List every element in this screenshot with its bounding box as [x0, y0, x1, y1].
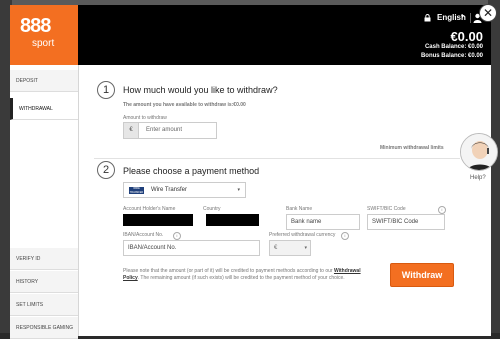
iban-field[interactable]: IBAN/Account No.	[123, 240, 260, 256]
help-label[interactable]: Help?	[470, 175, 486, 181]
amount-label: Amount to withdraw	[123, 115, 167, 121]
sidebar-item-deposit[interactable]: DEPOSIT	[10, 70, 78, 92]
available-amount-text: The amount you have available to withdra…	[123, 102, 246, 108]
sidebar-item-set-limits[interactable]: SET LIMITS	[10, 294, 78, 316]
wire-transfer-logo: WIRE TRANSFER	[129, 187, 144, 194]
amount-placeholder: Enter amount	[146, 127, 183, 133]
sidebar-item-withdrawal[interactable]: WITHDRAWAL	[10, 98, 78, 120]
country-redacted	[206, 214, 259, 226]
close-button[interactable]: ✕	[479, 4, 497, 22]
country-label: Country	[203, 206, 221, 212]
step-2-number: 2	[97, 161, 115, 179]
note-text-1: Please note that the amount (or part of …	[123, 268, 333, 274]
preferred-currency-select[interactable]: € ▾	[269, 240, 311, 256]
sidebar-item-responsible-gaming[interactable]: RESPONSIBLE GAMING	[10, 317, 78, 339]
withdrawal-note: Please note that the amount (or part of …	[123, 268, 368, 282]
info-icon[interactable]: i	[438, 206, 446, 214]
bonus-balance: Bonus Balance: €0.00	[420, 53, 483, 59]
cashier-sidebar: DEPOSIT WITHDRAWAL VERIFY ID HISTORY SET…	[10, 65, 79, 339]
step-1-number: 1	[97, 81, 115, 99]
withdraw-button[interactable]: Withdraw	[390, 263, 454, 287]
payment-method-value: Wire Transfer	[151, 187, 188, 193]
info-icon[interactable]: i	[173, 232, 181, 240]
bank-name-label: Bank Name	[286, 206, 313, 212]
cashier-modal: 888 sport English ▾ ▾ €0.00 Cash Balance…	[10, 5, 498, 339]
header-divider	[470, 13, 471, 23]
close-icon: ✕	[482, 6, 494, 20]
minimum-withdrawal-limits-link[interactable]: Minimum withdrawal limits	[380, 145, 444, 151]
header-bar: 888 sport English ▾ ▾ €0.00 Cash Balance…	[10, 5, 491, 65]
iban-label: IBAN/Account No.	[123, 232, 164, 238]
swift-field[interactable]: SWIFT/BIC Code	[367, 214, 445, 230]
preferred-currency-label: Preferred withdrawal currency	[269, 232, 336, 238]
preferred-currency-value: €	[274, 245, 278, 251]
note-text-2: . The remaining amount (if such exists) …	[137, 275, 345, 281]
lock-icon	[424, 14, 431, 22]
sidebar-item-verify-id[interactable]: VERIFY ID	[10, 248, 78, 270]
caret-down-icon: ▾	[304, 245, 307, 251]
logo-sub: sport	[32, 38, 55, 49]
account-holder-redacted	[123, 214, 193, 226]
bank-name-field[interactable]: Bank name	[286, 214, 360, 230]
section-divider	[94, 158, 460, 159]
cash-balance: Cash Balance: €0.00	[424, 44, 483, 50]
chevron-down-icon[interactable]: ▾	[461, 13, 464, 20]
step-2-title: Please choose a payment method	[123, 166, 260, 176]
swift-label: SWIFT/BIC Code	[367, 206, 406, 212]
step-1-title: How much would you like to withdraw?	[123, 85, 278, 95]
sidebar-item-history[interactable]: HISTORY	[10, 271, 78, 293]
currency-symbol: €	[124, 123, 139, 138]
amount-input[interactable]: € Enter amount	[123, 122, 217, 139]
info-icon[interactable]: i	[341, 232, 349, 240]
payment-method-select[interactable]: WIRE TRANSFER Wire Transfer ▾	[123, 182, 246, 198]
brand-logo: 888 sport	[10, 5, 78, 65]
help-agent-avatar[interactable]	[460, 133, 498, 171]
caret-down-icon: ▾	[237, 187, 240, 193]
logo-main: 888	[20, 15, 51, 37]
balance-total: €0.00	[450, 29, 483, 44]
account-holder-label: Account Holder's Name	[123, 206, 176, 212]
